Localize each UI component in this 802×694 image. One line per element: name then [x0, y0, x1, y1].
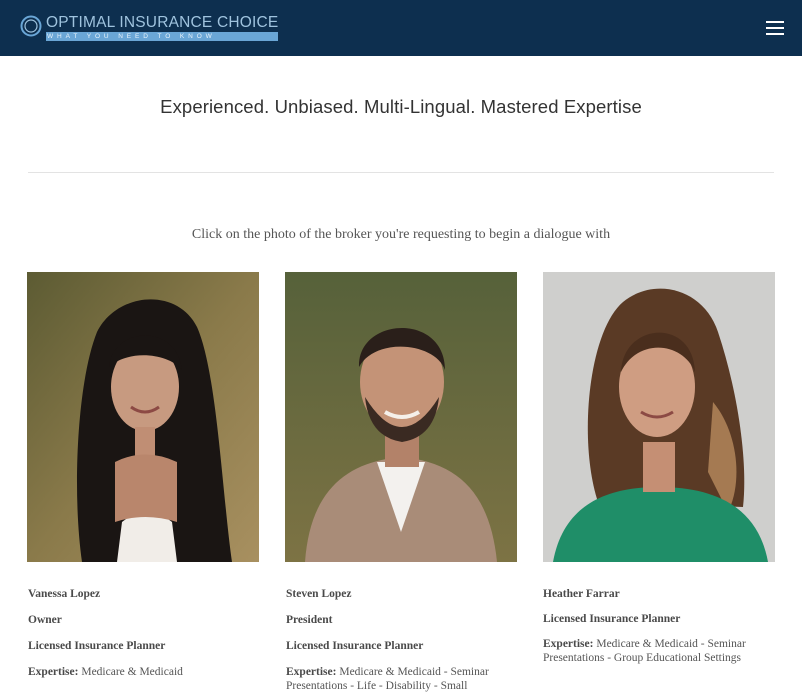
broker-photo-steven-lopez[interactable] [285, 272, 517, 562]
logo-tagline: WHAT YOU NEED TO KNOW [46, 32, 278, 41]
broker-expertise: Expertise: Medicare & Medicaid - Seminar… [543, 637, 783, 665]
section-divider [28, 172, 774, 173]
broker-name: Heather Farrar [543, 588, 620, 600]
woman-portrait-image [27, 272, 259, 562]
logo-title: OPTIMAL INSURANCE CHOICE [46, 14, 279, 31]
broker-role: President [286, 614, 333, 626]
woman-portrait-image [543, 272, 775, 562]
broker-info-heather-farrar: Heather Farrar Licensed Insurance Planne… [543, 587, 783, 665]
broker-title: Licensed Insurance Planner [543, 613, 681, 625]
logo-ring-icon [20, 15, 42, 37]
expertise-label: Expertise: [543, 638, 594, 650]
broker-role: Owner [28, 614, 62, 626]
broker-title: Licensed Insurance Planner [286, 640, 424, 652]
broker-name: Vanessa Lopez [28, 588, 101, 600]
broker-info-vanessa-lopez: Vanessa Lopez Owner Licensed Insurance P… [28, 587, 268, 679]
broker-info-steven-lopez: Steven Lopez President Licensed Insuranc… [286, 587, 526, 693]
expertise-label: Expertise: [28, 666, 79, 678]
site-logo[interactable]: OPTIMAL INSURANCE CHOICE WHAT YOU NEED T… [20, 14, 278, 42]
broker-photo-vanessa-lopez[interactable] [27, 272, 259, 562]
broker-name: Steven Lopez [286, 588, 352, 600]
broker-title: Licensed Insurance Planner [28, 640, 166, 652]
top-navigation-bar: OPTIMAL INSURANCE CHOICE WHAT YOU NEED T… [0, 0, 802, 56]
broker-photo-heather-farrar[interactable] [543, 272, 775, 562]
broker-expertise: Expertise: Medicare & Medicaid [28, 665, 268, 679]
hamburger-menu-icon[interactable] [766, 20, 786, 36]
broker-expertise: Expertise: Medicare & Medicaid - Seminar… [286, 665, 526, 693]
page-headline: Experienced. Unbiased. Multi-Lingual. Ma… [160, 96, 642, 117]
instruction-text: Click on the photo of the broker you're … [191, 227, 611, 242]
man-portrait-image [285, 272, 517, 562]
expertise-label: Expertise: [286, 666, 337, 678]
expertise-text: Medicare & Medicaid [81, 666, 183, 678]
